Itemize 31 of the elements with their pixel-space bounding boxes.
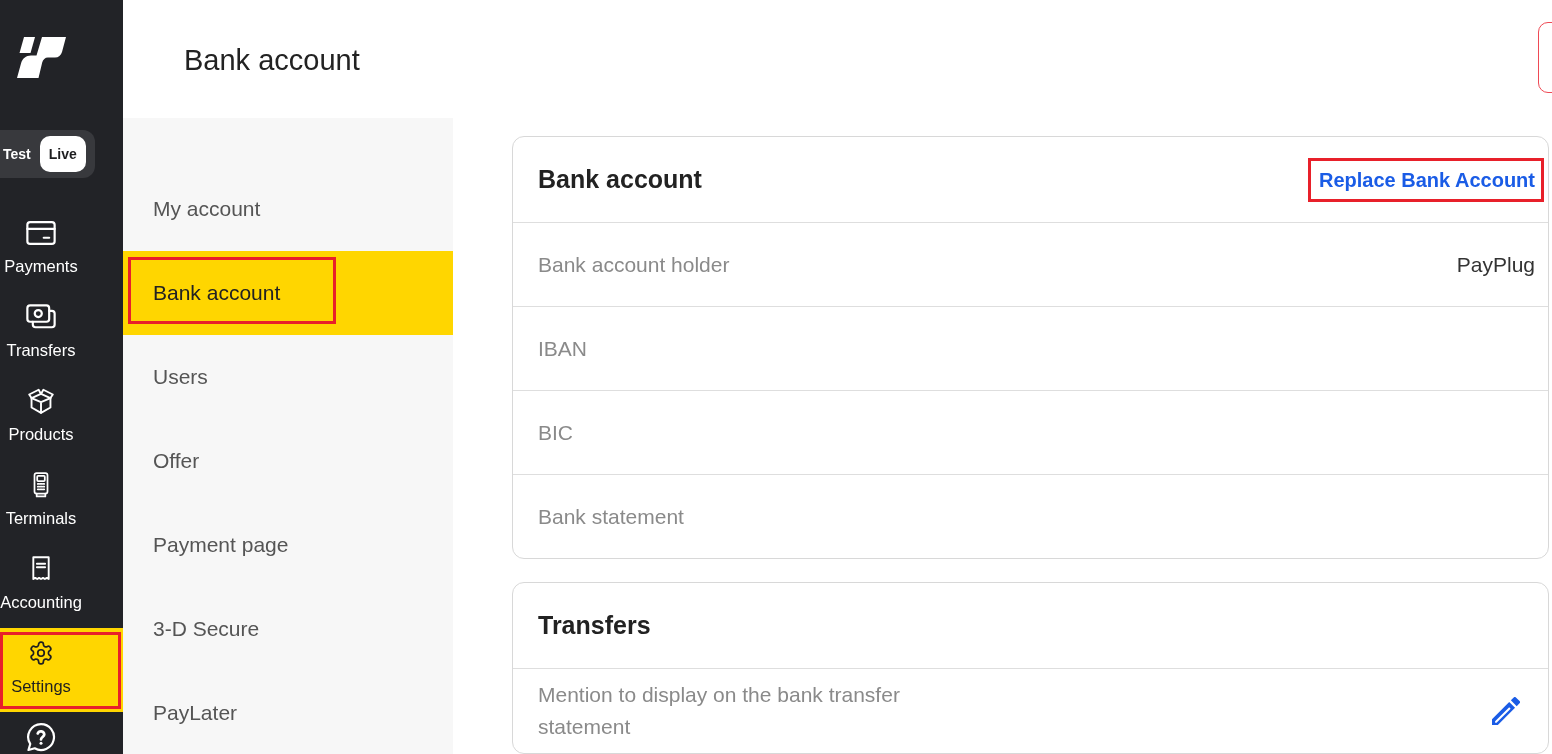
settings-menu-item[interactable]: PayLater [123,671,453,754]
banknotes-icon [26,304,56,330]
credit-card-icon [26,220,56,246]
field-label: Bank account holder [538,251,730,278]
logo-icon [17,37,66,78]
page-title: Bank account [184,43,360,77]
nav-item[interactable]: Accounting [0,544,123,628]
mode-toggle-option[interactable]: Live [39,136,86,172]
nav-item[interactable]: Products [0,376,123,460]
settings-menu-item[interactable]: Payment page [123,503,453,587]
mode-toggle-option[interactable]: Test [3,136,31,172]
field-label: IBAN [538,335,587,362]
replace-bank-account-link[interactable]: Replace Bank Account [1319,167,1535,192]
settings-menu-item[interactable]: Bank account [123,251,453,335]
edit-pencil-icon[interactable] [1492,697,1520,725]
nav-item[interactable]: Terminals [0,460,123,544]
nav-item[interactable]: Settings [0,628,123,712]
settings-menu-item[interactable]: My account [123,167,453,251]
field-label: Mention to display on the bank transfer statement [538,682,901,740]
box-icon [26,388,56,414]
settings-menu-item[interactable]: Users [123,335,453,419]
field-label: Bank statement [538,503,684,530]
nav-item[interactable]: Payments [0,208,123,292]
field-value: PayPlug [1456,252,1535,277]
help-icon[interactable] [26,722,56,752]
card-title: Transfers [538,611,651,640]
field-label: BIC [538,419,573,446]
settings-menu-item[interactable]: 3-D Secure [123,587,453,671]
settings-menu-item[interactable]: Offer [123,419,453,503]
card-title: Bank account [538,165,702,194]
nav-item[interactable]: Transfers [0,292,123,376]
